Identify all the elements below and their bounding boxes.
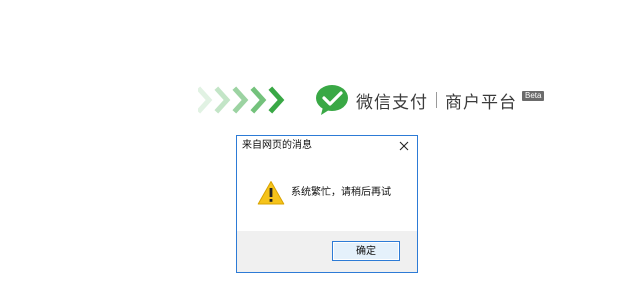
dialog-footer: 确定: [237, 231, 417, 272]
page-header: 微信支付 商户平台 Beta: [198, 82, 545, 118]
brand-divider: [436, 92, 437, 108]
chevron-arrows-icon: [198, 82, 290, 118]
dialog-title: 来自网页的消息: [242, 140, 312, 151]
brand-title: 微信支付 商户平台 Beta: [356, 82, 545, 118]
brand-subtitle: 商户平台: [445, 92, 517, 113]
alert-dialog: 来自网页的消息 系统繁忙，请稍后再试 确定: [236, 135, 418, 273]
warning-icon: [257, 180, 285, 206]
brand-name: 微信支付: [356, 92, 428, 113]
close-icon[interactable]: [397, 139, 411, 153]
dialog-message: 系统繁忙，请稍后再试: [291, 187, 391, 198]
dialog-body: 系统繁忙，请稍后再试: [237, 156, 417, 231]
beta-badge: Beta: [522, 91, 545, 101]
wechat-pay-logo-icon: [314, 83, 352, 117]
dialog-titlebar: 来自网页的消息: [237, 136, 417, 156]
ok-button[interactable]: 确定: [332, 241, 400, 261]
